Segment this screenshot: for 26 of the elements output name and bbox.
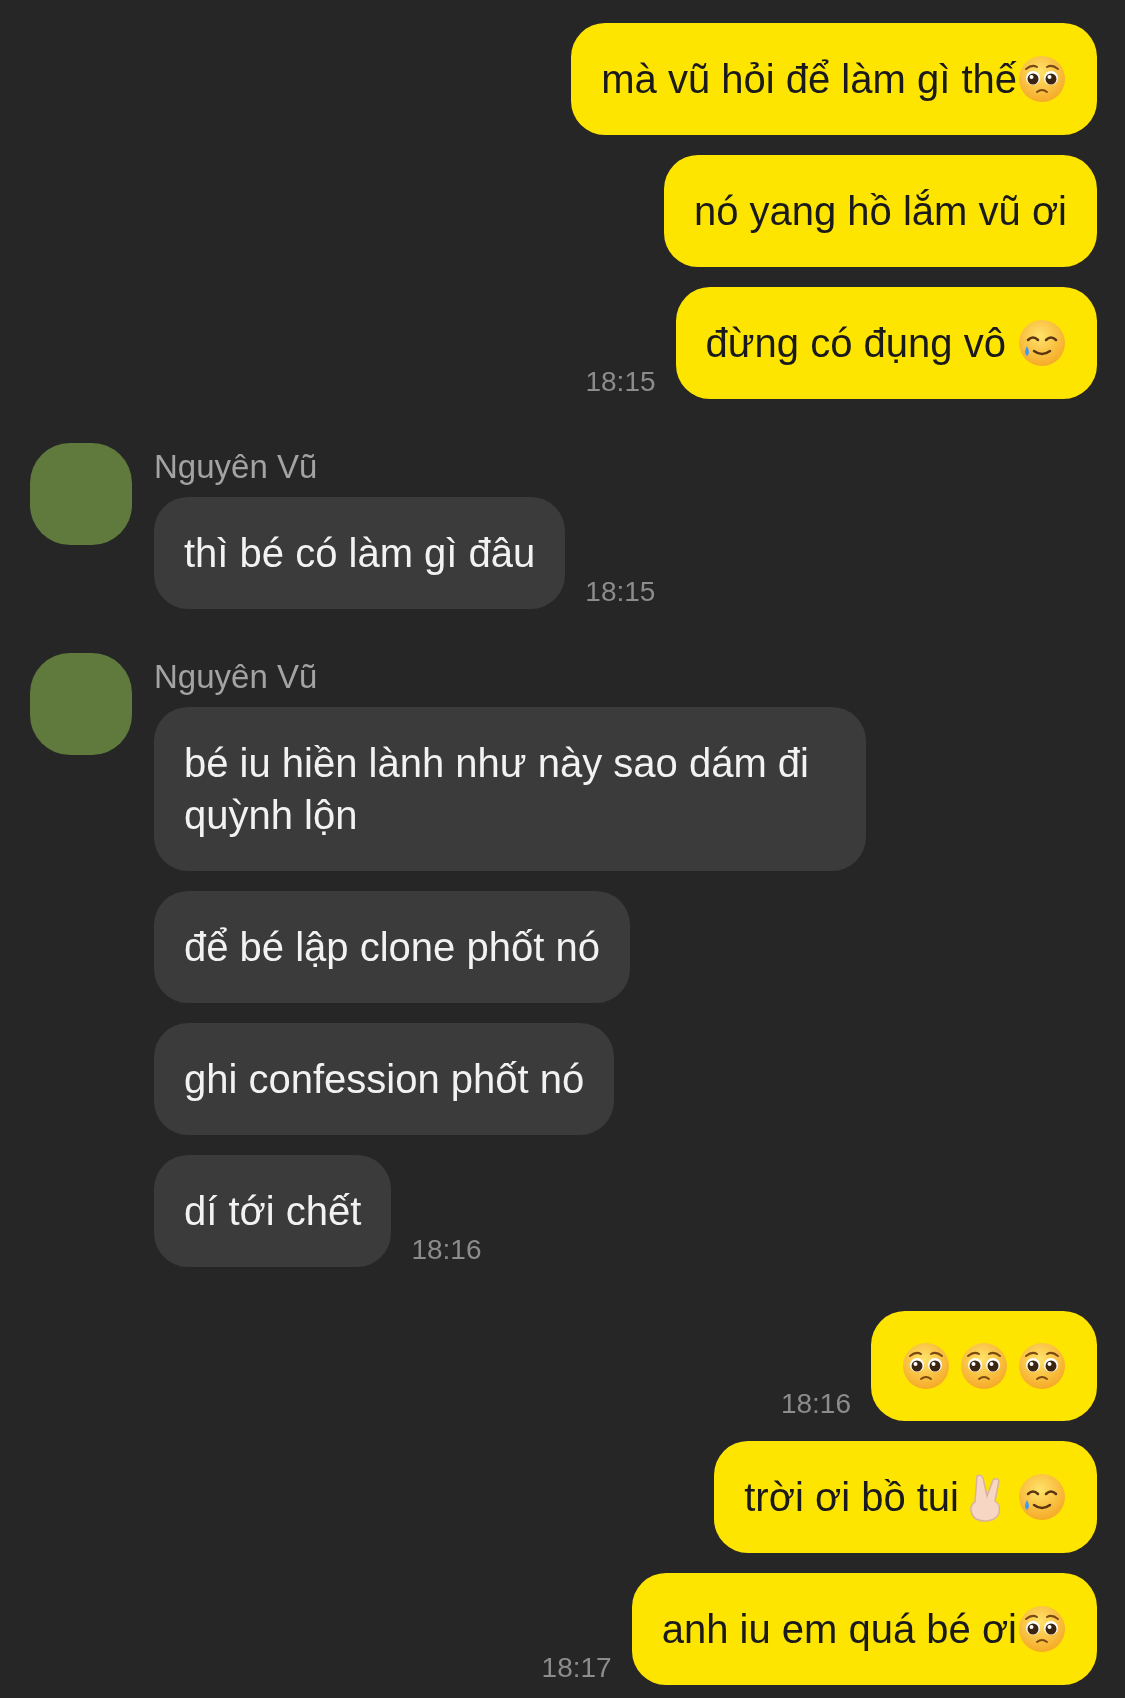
sender-name: Nguyên Vũ: [154, 447, 318, 487]
timestamp: 18:15: [585, 575, 656, 609]
timestamp: 18:16: [411, 1233, 482, 1267]
pleading-face-icon: [959, 1341, 1009, 1391]
smiling-face-with-tear-icon: [1017, 1472, 1067, 1522]
avatar-photo[interactable]: [30, 443, 132, 545]
pleading-face-icon: [1017, 1341, 1067, 1391]
message-text: trời ơi bồ tui: [744, 1474, 959, 1521]
message-text: để bé lập clone phốt nó: [184, 924, 600, 971]
sender-name: Nguyên Vũ: [154, 657, 318, 697]
avatar-photo[interactable]: [30, 653, 132, 755]
pleading-face-icon: [901, 1341, 951, 1391]
message-text: mà vũ hỏi để làm gì thế: [601, 56, 1017, 103]
timestamp: 18:16: [780, 1387, 851, 1421]
timestamp: 18:17: [541, 1651, 612, 1685]
message-text: thì bé có làm gì đâu: [184, 530, 536, 577]
smiling-face-with-tear-icon: [1017, 318, 1067, 368]
timestamp: 18:15: [585, 365, 656, 399]
message-text: dí tới chết: [184, 1188, 362, 1235]
pleading-face-icon: [1017, 1604, 1067, 1654]
message-text: bé iu hiền lành như này sao dám đi quỳnh lộn: [184, 740, 810, 839]
message-text: nó yang hồ lắm vũ ơi: [693, 188, 1067, 235]
message-text: đừng có đụng vô: [705, 320, 1007, 367]
pleading-face-icon: [1017, 54, 1067, 104]
message-text: ghi confession phốt nó: [184, 1056, 585, 1103]
message-text: anh iu em quá bé ơi: [661, 1606, 1017, 1653]
